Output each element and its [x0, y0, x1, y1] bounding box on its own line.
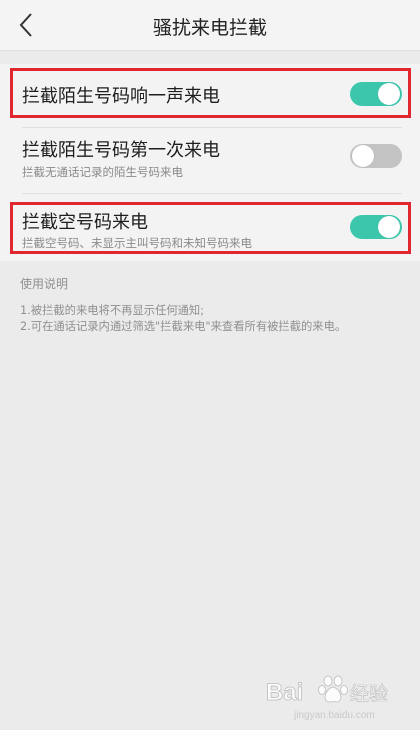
instruction-line: 1.被拦截的来电将不再显示任何通知;	[20, 304, 205, 317]
watermark-url: jingyan.baidu.com	[293, 710, 375, 721]
setting-title: 拦截空号码来电	[22, 212, 148, 233]
setting-row-first-call[interactable]: 拦截陌生号码第一次来电 拦截无通话记录的陌生号码来电	[0, 128, 420, 192]
setting-title: 拦截陌生号码响一声来电	[22, 86, 220, 107]
toggle-switch-first-call[interactable]	[350, 144, 402, 168]
chevron-left-icon	[19, 13, 32, 37]
baidu-jingyan-watermark: Bai 经验 jingyan.baidu.com	[262, 670, 402, 724]
watermark-suffix: 经验	[350, 683, 388, 705]
watermark-brand: Bai	[266, 679, 303, 706]
toggle-knob	[378, 216, 400, 238]
setting-subtitle: 拦截无通话记录的陌生号码来电	[22, 165, 183, 179]
toggle-switch-empty-number[interactable]	[350, 215, 402, 239]
setting-subtitle: 拦截空号码、未显示主叫号码和未知号码来电	[22, 236, 252, 250]
setting-row-ring-once[interactable]: 拦截陌生号码响一声来电	[0, 64, 420, 126]
back-button[interactable]	[10, 8, 44, 42]
toggle-knob	[352, 145, 374, 167]
setting-title: 拦截陌生号码第一次来电	[22, 140, 220, 161]
setting-row-empty-number[interactable]: 拦截空号码来电 拦截空号码、未显示主叫号码和未知号码来电	[0, 194, 420, 261]
instruction-line: 2.可在通话记录内通过筛选"拦截来电"来查看所有被拦截的来电。	[20, 320, 347, 333]
baidu-paw-logo: Bai 经验 jingyan.baidu.com	[266, 675, 388, 721]
instructions-heading: 使用说明	[20, 277, 69, 291]
toggle-knob	[378, 83, 400, 105]
settings-list: 拦截陌生号码响一声来电 拦截陌生号码第一次来电 拦截无通话记录的陌生号码来电 拦…	[0, 64, 420, 261]
app-header: 骚扰来电拦截	[0, 0, 420, 51]
toggle-switch-ring-once[interactable]	[350, 82, 402, 106]
page-title: 骚扰来电拦截	[152, 17, 267, 39]
